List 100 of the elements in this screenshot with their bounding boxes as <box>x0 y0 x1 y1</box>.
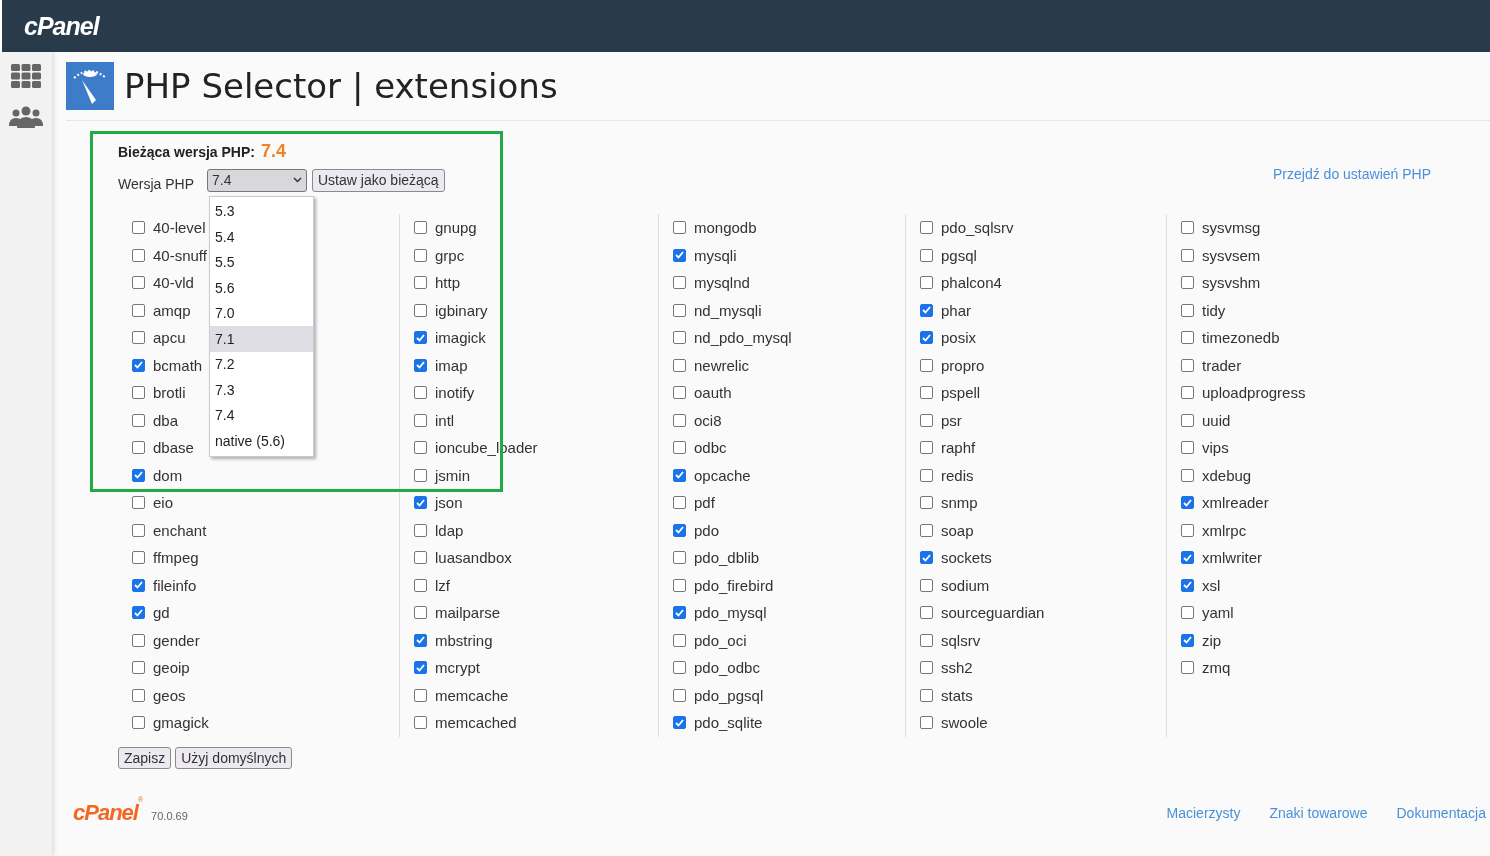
checkbox[interactable] <box>673 606 686 620</box>
checkbox[interactable] <box>673 496 686 510</box>
checkbox[interactable] <box>132 413 145 427</box>
checkbox[interactable] <box>132 606 145 620</box>
checkbox[interactable] <box>1181 248 1194 262</box>
checkbox[interactable] <box>132 661 145 675</box>
checkbox[interactable] <box>920 578 933 592</box>
version-option[interactable]: 5.5 <box>210 249 313 275</box>
checkbox[interactable] <box>1181 551 1194 565</box>
checkbox[interactable] <box>920 303 933 317</box>
cpanel-logo[interactable]: cPanel <box>24 11 99 41</box>
checkbox[interactable] <box>132 633 145 647</box>
checkbox[interactable] <box>673 523 686 537</box>
checkbox[interactable] <box>132 386 145 400</box>
checkbox[interactable] <box>920 441 933 455</box>
checkbox[interactable] <box>1181 633 1194 647</box>
checkbox[interactable] <box>920 716 933 730</box>
checkbox[interactable] <box>1181 661 1194 675</box>
checkbox[interactable] <box>920 276 933 290</box>
checkbox[interactable] <box>414 276 427 290</box>
action-button[interactable]: Użyj domyślnych <box>175 746 293 769</box>
checkbox[interactable] <box>414 468 427 482</box>
checkbox[interactable] <box>414 303 427 317</box>
checkbox[interactable] <box>414 221 427 235</box>
checkbox[interactable] <box>1181 358 1194 372</box>
version-option[interactable]: 7.0 <box>210 300 313 326</box>
checkbox[interactable] <box>920 468 933 482</box>
checkbox[interactable] <box>1181 468 1194 482</box>
checkbox[interactable] <box>414 688 427 702</box>
checkbox[interactable] <box>920 413 933 427</box>
checkbox[interactable] <box>920 551 933 565</box>
checkbox[interactable] <box>920 358 933 372</box>
checkbox[interactable] <box>1181 221 1194 235</box>
checkbox[interactable] <box>673 248 686 262</box>
checkbox[interactable] <box>920 496 933 510</box>
version-option[interactable]: native (5.6) <box>210 428 313 454</box>
checkbox[interactable] <box>132 276 145 290</box>
checkbox[interactable] <box>673 221 686 235</box>
checkbox[interactable] <box>132 468 145 482</box>
checkbox[interactable] <box>414 358 427 372</box>
checkbox[interactable] <box>132 441 145 455</box>
checkbox[interactable] <box>920 688 933 702</box>
checkbox[interactable] <box>673 358 686 372</box>
checkbox[interactable] <box>1181 606 1194 620</box>
version-option[interactable]: 7.3 <box>210 377 313 403</box>
checkbox[interactable] <box>673 276 686 290</box>
checkbox[interactable] <box>414 606 427 620</box>
checkbox[interactable] <box>132 358 145 372</box>
version-select[interactable]: 7.4 <box>207 168 307 192</box>
version-option[interactable]: 7.4 <box>210 402 313 428</box>
checkbox[interactable] <box>414 386 427 400</box>
version-option[interactable]: 7.1 <box>210 326 313 352</box>
checkbox[interactable] <box>414 441 427 455</box>
checkbox[interactable] <box>414 661 427 675</box>
checkbox[interactable] <box>673 386 686 400</box>
checkbox[interactable] <box>673 441 686 455</box>
checkbox[interactable] <box>1181 441 1194 455</box>
checkbox[interactable] <box>920 661 933 675</box>
checkbox[interactable] <box>673 578 686 592</box>
checkbox[interactable] <box>673 331 686 345</box>
checkbox[interactable] <box>673 303 686 317</box>
checkbox[interactable] <box>132 221 145 235</box>
checkbox[interactable] <box>414 633 427 647</box>
checkbox[interactable] <box>414 551 427 565</box>
checkbox[interactable] <box>1181 523 1194 537</box>
checkbox[interactable] <box>414 578 427 592</box>
checkbox[interactable] <box>414 331 427 345</box>
checkbox[interactable] <box>1181 496 1194 510</box>
checkbox[interactable] <box>132 248 145 262</box>
checkbox[interactable] <box>1181 578 1194 592</box>
checkbox[interactable] <box>1181 276 1194 290</box>
checkbox[interactable] <box>132 578 145 592</box>
checkbox[interactable] <box>673 716 686 730</box>
version-option[interactable]: 5.3 <box>210 198 313 224</box>
checkbox[interactable] <box>673 633 686 647</box>
checkbox[interactable] <box>920 331 933 345</box>
checkbox[interactable] <box>132 688 145 702</box>
checkbox[interactable] <box>132 303 145 317</box>
checkbox[interactable] <box>920 523 933 537</box>
checkbox[interactable] <box>673 688 686 702</box>
version-option[interactable]: 5.6 <box>210 275 313 301</box>
checkbox[interactable] <box>920 633 933 647</box>
grid-icon[interactable] <box>11 64 41 88</box>
checkbox[interactable] <box>414 496 427 510</box>
users-icon[interactable] <box>8 106 44 128</box>
checkbox[interactable] <box>1181 386 1194 400</box>
checkbox[interactable] <box>414 413 427 427</box>
version-option[interactable]: 5.4 <box>210 224 313 250</box>
checkbox[interactable] <box>1181 303 1194 317</box>
checkbox[interactable] <box>132 523 145 537</box>
checkbox[interactable] <box>414 523 427 537</box>
checkbox[interactable] <box>132 496 145 510</box>
checkbox[interactable] <box>132 551 145 565</box>
checkbox[interactable] <box>920 248 933 262</box>
checkbox[interactable] <box>414 248 427 262</box>
checkbox[interactable] <box>673 413 686 427</box>
checkbox[interactable] <box>132 331 145 345</box>
checkbox[interactable] <box>1181 331 1194 345</box>
version-option[interactable]: 7.2 <box>210 351 313 377</box>
set-current-button[interactable]: Ustaw jako bieżącą <box>312 168 445 192</box>
